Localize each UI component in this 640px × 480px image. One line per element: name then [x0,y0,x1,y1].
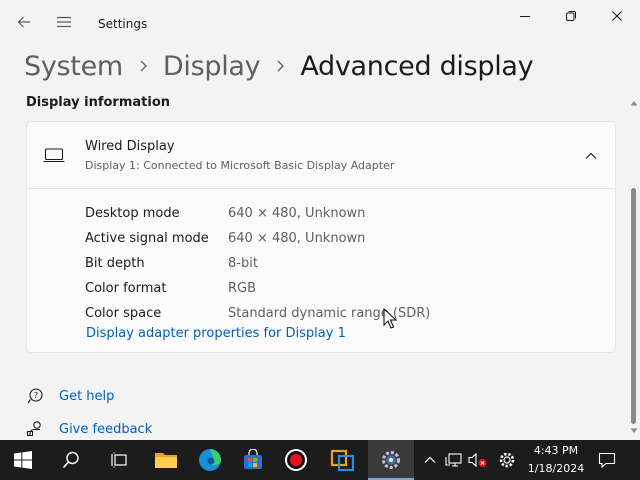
file-explorer-button[interactable] [143,440,189,480]
clock-date: 1/18/2024 [527,462,585,475]
display-info-card: Wired Display Display 1: Connected to Mi… [26,121,616,353]
info-row: Desktop mode 640 × 480, Unknown [85,201,430,226]
info-value: 640 × 480, Unknown [228,206,366,221]
hamburger-menu-icon [57,16,71,28]
search-button[interactable] [48,440,94,480]
windows-logo-icon [14,451,32,469]
display-connection: Display 1: Connected to Microsoft Basic … [85,159,395,172]
feedback-icon [26,420,44,438]
info-row: Color space Standard dynamic range (SDR) [85,301,430,326]
scroll-down-arrow-icon[interactable] [629,426,639,436]
title-bar: Settings [0,0,640,44]
scroll-up-arrow-icon[interactable] [629,98,639,108]
info-label: Color format [85,281,167,296]
store-icon [244,449,262,469]
info-value: Standard dynamic range (SDR) [228,306,431,321]
clock-time: 4:43 PM [533,444,579,457]
breadcrumb: System Display Advanced display [24,46,534,86]
show-hidden-icons-button[interactable] [420,440,440,480]
back-button[interactable] [10,8,38,36]
task-view-button[interactable] [96,440,142,480]
chevron-up-icon [424,456,436,463]
close-button[interactable] [594,0,640,32]
chevron-right-icon [123,59,163,73]
info-label: Desktop mode [85,206,180,221]
close-icon [612,11,622,21]
recorder-button[interactable] [273,440,319,480]
volume-button[interactable] [467,440,489,480]
settings-app-button[interactable] [368,440,414,480]
notifications-button[interactable] [594,440,620,480]
edge-browser-button[interactable] [187,440,233,480]
task-view-icon [111,452,127,468]
gear-icon [499,452,515,468]
minimize-button[interactable] [502,0,548,32]
scrollbar-thumb[interactable] [631,188,636,424]
breadcrumb-system[interactable]: System [24,51,123,82]
restore-button[interactable] [548,0,594,32]
info-label: Bit depth [85,256,145,271]
svg-text:?: ? [34,391,38,400]
settings-gear-icon [382,451,400,469]
network-icon [445,453,462,467]
back-arrow-icon [17,16,30,28]
notification-icon [598,452,616,469]
info-value: RGB [228,281,257,296]
folder-icon [155,453,177,468]
restore-icon [566,11,576,21]
breadcrumb-display[interactable]: Display [163,51,261,82]
info-row: Active signal mode 640 × 480, Unknown [85,226,430,251]
section-title: Display information [26,95,171,110]
chevron-up-icon [585,152,597,159]
laptop-icon [43,148,65,163]
virtualbox-button[interactable] [320,440,366,480]
collapse-button[interactable] [581,146,601,166]
info-row: Color format RGB [85,276,430,301]
give-feedback-link[interactable]: Give feedback [26,420,152,438]
info-row: Bit depth 8-bit [85,251,430,276]
minimize-icon [520,16,530,17]
info-value: 8-bit [228,256,258,271]
taskbar-clock[interactable]: 4:43 PM 1/18/2024 [520,442,592,478]
get-help-label: Get help [59,388,115,404]
network-status-button[interactable] [443,440,465,480]
virtualbox-icon [330,449,355,472]
start-button[interactable] [0,440,46,480]
display-name: Wired Display [85,139,175,154]
help-icon: ? [26,387,44,405]
mouse-cursor-icon [383,308,397,329]
get-help-link[interactable]: ? Get help [26,387,114,405]
give-feedback-label: Give feedback [59,421,153,437]
volume-muted-icon [468,452,487,468]
microsoft-store-button[interactable] [230,440,276,480]
record-icon [285,449,307,471]
chevron-right-icon [260,59,300,73]
breadcrumb-current-page: Advanced display [300,50,534,82]
display-card-header[interactable]: Wired Display Display 1: Connected to Mi… [27,122,615,189]
search-icon [62,451,79,469]
info-label: Active signal mode [85,231,209,246]
taskbar: 4:43 PM 1/18/2024 [0,440,640,480]
quick-settings-button[interactable] [495,440,519,480]
info-label: Color space [85,306,162,321]
display-adapter-properties-link[interactable]: Display adapter properties for Display 1 [86,326,346,341]
navigation-menu-button[interactable] [50,8,78,36]
app-title: Settings [98,17,148,31]
display-info-rows: Desktop mode 640 × 480, Unknown Active s… [85,201,430,326]
edge-browser-icon [199,449,221,471]
info-value: 640 × 480, Unknown [228,231,366,246]
